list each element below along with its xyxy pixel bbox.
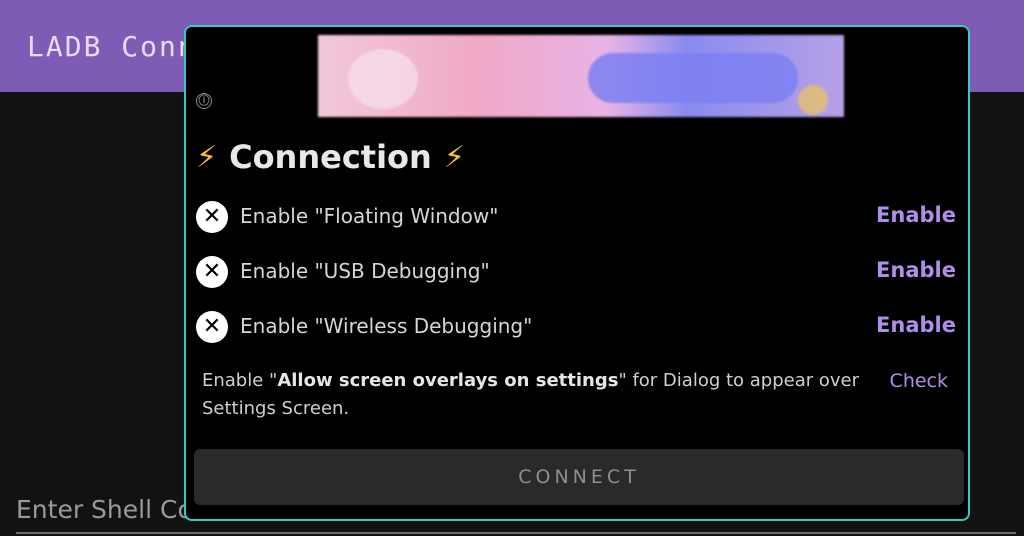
step-floating-window: ✕ Enable "Floating Window" Enable <box>196 197 956 237</box>
note-prefix: Enable " <box>202 370 278 391</box>
enable-floating-window-button[interactable]: Enable <box>876 203 956 227</box>
shell-command-input[interactable]: Enter Shell Co <box>16 495 193 524</box>
ad-image <box>348 49 418 109</box>
dialog-heading: ⚡ Connection ⚡ <box>196 135 465 179</box>
info-icon[interactable]: ⓘ <box>196 93 212 109</box>
ad-cta-button <box>588 53 798 103</box>
connect-button[interactable]: CONNECT <box>194 449 964 505</box>
note-bold: Allow screen overlays on settings <box>277 370 619 391</box>
ad-banner[interactable] <box>318 35 844 117</box>
close-circle-icon: ✕ <box>196 311 228 343</box>
step-usb-debugging: ✕ Enable "USB Debugging" Enable <box>196 252 956 292</box>
enable-usb-debugging-button[interactable]: Enable <box>876 258 956 282</box>
lightning-icon: ⚡ <box>443 139 465 175</box>
connection-dialog: ⓘ ⚡ Connection ⚡ ✕ Enable "Floating Wind… <box>184 25 970 521</box>
enable-wireless-debugging-button[interactable]: Enable <box>876 313 956 337</box>
ad-badge <box>798 85 828 115</box>
close-circle-icon: ✕ <box>196 256 228 288</box>
step-label: Enable "USB Debugging" <box>240 259 490 283</box>
shell-input-underline <box>16 532 1016 534</box>
check-button[interactable]: Check <box>890 367 948 395</box>
dialog-title: Connection <box>229 138 432 176</box>
close-circle-icon: ✕ <box>196 201 228 233</box>
app-title: LADB Conn <box>27 30 197 63</box>
step-label: Enable "Floating Window" <box>240 204 499 228</box>
overlay-note: Enable "Allow screen overlays on setting… <box>202 367 882 423</box>
lightning-icon: ⚡ <box>196 139 218 175</box>
step-label: Enable "Wireless Debugging" <box>240 314 533 338</box>
step-wireless-debugging: ✕ Enable "Wireless Debugging" Enable <box>196 307 956 347</box>
